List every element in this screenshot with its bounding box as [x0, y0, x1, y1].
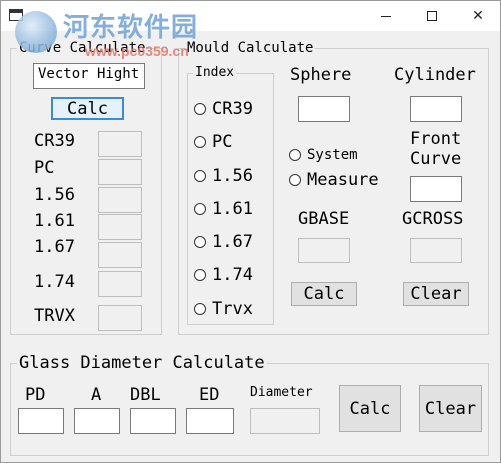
curve-row-156-label: 1.56 — [34, 185, 75, 205]
radio-174[interactable]: 1.74 — [194, 265, 253, 285]
a-label: A — [91, 385, 102, 405]
title-bar: ✕ — [1, 1, 500, 31]
curve-row-cr39-output — [98, 131, 142, 157]
radio-circle — [289, 174, 301, 186]
curve-row-pc-label: PC — [34, 158, 55, 178]
app-icon — [9, 9, 23, 21]
radio-circle — [194, 236, 206, 248]
radio-circle — [194, 103, 206, 115]
radio-trvx[interactable]: Trvx — [194, 299, 253, 319]
diameter-clear-button[interactable]: Clear — [419, 385, 482, 432]
close-icon: ✕ — [472, 8, 484, 24]
curve-calc-button[interactable]: Calc — [51, 97, 124, 120]
ed-label: ED — [199, 385, 220, 405]
radio-161[interactable]: 1.61 — [194, 199, 253, 219]
gbase-label: GBASE — [298, 209, 350, 229]
radio-trvx-label: Trvx — [212, 299, 253, 319]
curve-row-161-label: 1.61 — [34, 211, 75, 231]
radio-circle — [194, 303, 206, 315]
diameter-calc-button[interactable]: Calc — [339, 385, 401, 432]
sphere-label: Sphere — [290, 65, 352, 85]
mould-calc-button[interactable]: Calc — [291, 282, 357, 306]
cylinder-input[interactable] — [410, 96, 462, 122]
front-curve-label-line1: Front — [410, 129, 462, 149]
gbase-output — [298, 238, 350, 263]
radio-156[interactable]: 1.56 — [194, 166, 253, 186]
front-curve-label-line2: Curve — [410, 149, 462, 169]
curve-type-field[interactable]: Vector Hight — [33, 63, 145, 89]
curve-row-pc-output — [98, 159, 142, 185]
sphere-input[interactable] — [298, 96, 350, 122]
minimize-icon — [381, 15, 391, 17]
radio-circle — [194, 170, 206, 182]
radio-circle — [289, 149, 301, 161]
front-curve-input[interactable] — [410, 176, 462, 202]
pd-label: PD — [25, 385, 46, 405]
curve-row-174-label: 1.74 — [34, 272, 75, 292]
curve-row-174-output — [98, 271, 142, 297]
dbl-input[interactable] — [130, 408, 176, 434]
radio-161-label: 1.61 — [212, 199, 253, 219]
curve-row-156-output — [98, 187, 142, 213]
radio-167[interactable]: 1.67 — [194, 232, 253, 252]
radio-174-label: 1.74 — [212, 265, 253, 285]
curve-calculate-legend: Curve Calculate — [17, 40, 148, 56]
gcross-label: GCROSS — [402, 209, 464, 229]
mould-clear-button[interactable]: Clear — [403, 282, 469, 306]
curve-row-167-label: 1.67 — [34, 237, 75, 257]
radio-167-label: 1.67 — [212, 232, 253, 252]
radio-pc-label: PC — [212, 132, 233, 152]
close-button[interactable]: ✕ — [455, 1, 501, 31]
curve-row-167-output — [98, 242, 142, 268]
radio-cr39-label: CR39 — [212, 99, 253, 119]
diameter-output — [250, 408, 320, 434]
curve-row-161-output — [98, 214, 142, 240]
curve-row-trvx-output — [98, 305, 142, 331]
gcross-output — [410, 238, 462, 263]
curve-row-cr39-label: CR39 — [34, 131, 75, 151]
radio-circle — [194, 269, 206, 281]
radio-measure-label: Measure — [307, 170, 379, 190]
index-legend: Index — [193, 65, 237, 80]
glass-diameter-legend: Glass Diameter Calculate — [17, 353, 267, 373]
cylinder-label: Cylinder — [394, 65, 476, 85]
maximize-button[interactable] — [409, 1, 455, 31]
radio-cr39[interactable]: CR39 — [194, 99, 253, 119]
radio-system-label: System — [307, 147, 358, 163]
radio-circle — [194, 136, 206, 148]
radio-system[interactable]: System — [289, 147, 358, 163]
diameter-label: Diameter — [250, 385, 313, 400]
pd-input[interactable] — [18, 408, 64, 434]
main-window: ✕ Curve Calculate Vector Hight Calc CR39… — [0, 0, 501, 463]
radio-156-label: 1.56 — [212, 166, 253, 186]
ed-input[interactable] — [186, 408, 234, 434]
maximize-icon — [427, 11, 437, 21]
curve-row-trvx-label: TRVX — [34, 306, 75, 326]
minimize-button[interactable] — [363, 1, 409, 31]
mould-calculate-legend: Mould Calculate — [185, 40, 316, 56]
radio-circle — [194, 203, 206, 215]
radio-measure[interactable]: Measure — [289, 170, 379, 190]
dbl-label: DBL — [130, 385, 161, 405]
a-input[interactable] — [74, 408, 120, 434]
radio-pc[interactable]: PC — [194, 132, 232, 152]
